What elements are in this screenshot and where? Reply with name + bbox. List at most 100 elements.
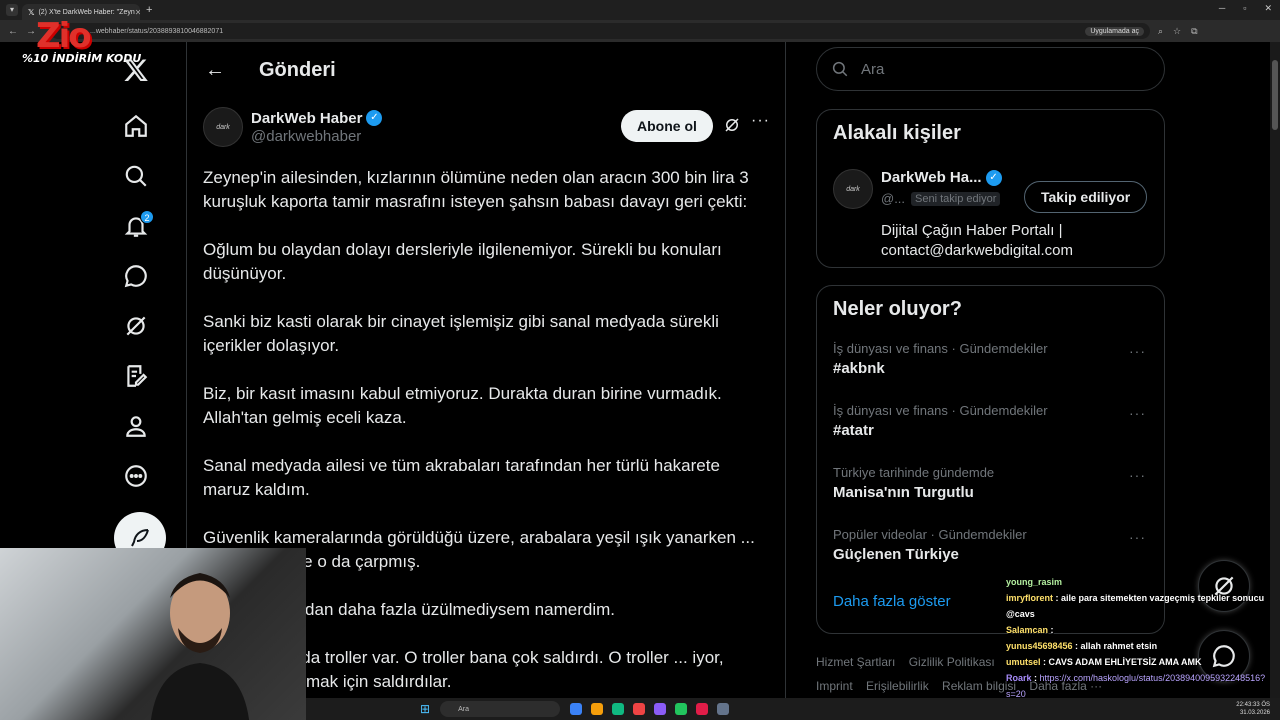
- chat-user: yunus45698456: [1006, 641, 1073, 651]
- taskbar-apps: [570, 703, 730, 715]
- feather-icon: [131, 529, 149, 547]
- back-nav-icon[interactable]: ←: [8, 26, 18, 37]
- x-logo-icon[interactable]: [116, 50, 156, 90]
- chat-user: Roark: [1006, 673, 1032, 683]
- app-icon[interactable]: [633, 703, 646, 715]
- related-person[interactable]: dark DarkWeb Ha... ✓ @... Seni takip edi…: [817, 157, 1164, 267]
- profile-icon[interactable]: [116, 406, 156, 446]
- following-button[interactable]: Takip ediliyor: [1024, 181, 1148, 213]
- footer-link[interactable]: Imprint: [816, 679, 853, 693]
- url-field[interactable]: ...webhaber/status/2038893810046882071 U…: [50, 23, 1150, 39]
- chat-user: umutsel: [1006, 657, 1041, 667]
- grok-icon[interactable]: [116, 306, 156, 346]
- stream-chat: young_rasim imryflorent : aile para site…: [1006, 574, 1280, 702]
- chat-user: young_rasim: [1006, 577, 1063, 587]
- author-avatar[interactable]: dark: [203, 107, 243, 147]
- author-info: DarkWeb Haber ✓ @darkwebhaber: [251, 109, 383, 145]
- related-bio: Dijital Çağın Haber Portalı | contact@da…: [881, 222, 1073, 259]
- forward-nav-icon[interactable]: →: [26, 26, 36, 37]
- search-input[interactable]: Ara: [816, 47, 1165, 91]
- app-icon[interactable]: [675, 703, 688, 715]
- extensions-icon[interactable]: ⧉: [1191, 26, 1197, 37]
- author-handle[interactable]: @darkwebhaber: [251, 128, 382, 145]
- trend-name: #akbnk: [833, 360, 885, 377]
- related-avatar[interactable]: dark: [833, 169, 873, 209]
- subscribe-button[interactable]: Abone ol: [621, 110, 713, 142]
- clock-date: 31.03.2026: [1239, 710, 1270, 716]
- windows-start-icon[interactable]: ⊞: [420, 702, 430, 716]
- chat-text: CAVS ADAM EHLİYETSİZ AMA AMK: [1048, 657, 1202, 667]
- bookmark-icon[interactable]: ☆: [1173, 26, 1181, 37]
- app-icon[interactable]: [696, 703, 709, 715]
- verified-badge-icon: ✓: [985, 169, 1002, 186]
- tweet-paragraph: Oğlum bu olaydan dolayı dersleriyle ilgi…: [203, 240, 722, 283]
- new-tab-icon[interactable]: +: [146, 4, 152, 16]
- stream-logo: Zio: [36, 16, 92, 56]
- more-options-icon[interactable]: [116, 456, 156, 496]
- trend-item[interactable]: İş dünyası ve finans · Gündemdekiler #ak…: [817, 333, 1164, 395]
- app-icon[interactable]: [612, 703, 625, 715]
- trend-more-icon[interactable]: ···: [1129, 529, 1146, 545]
- trend-item[interactable]: Popüler videolar · Gündemdekiler Güçlene…: [817, 519, 1164, 581]
- tweet-paragraph: Zeynep'in ailesinden, kızlarının ölümüne…: [203, 168, 749, 211]
- related-handle: @...: [881, 191, 906, 206]
- open-in-app-button[interactable]: Uygulamada aç: [1085, 26, 1144, 36]
- trend-meta: Türkiye tarihinde gündemde: [833, 465, 995, 480]
- trend-more-icon[interactable]: ···: [1129, 343, 1146, 359]
- minimize-icon[interactable]: ─: [1219, 3, 1225, 14]
- related-name-row[interactable]: DarkWeb Ha... ✓: [881, 169, 1002, 186]
- tweet-paragraph: Sanki biz kasti olarak bir cinayet işlem…: [203, 312, 719, 355]
- footer-link[interactable]: Erişilebilirlik: [866, 679, 929, 693]
- trend-item[interactable]: Türkiye tarihinde gündemde Manisa'nın Tu…: [817, 457, 1164, 519]
- browser-tabbar: ▾ 𝕏 (2) X'te DarkWeb Haber: "Zeyn ✕ + ─ …: [0, 0, 1280, 20]
- tweet-header: dark DarkWeb Haber ✓ @darkwebhaber Abone…: [187, 98, 785, 156]
- author-name-row[interactable]: DarkWeb Haber ✓: [251, 109, 383, 127]
- chat-message: young_rasim: [1006, 574, 1280, 590]
- related-people-card: Alakalı kişiler dark DarkWeb Ha... ✓ @..…: [816, 109, 1165, 268]
- app-icon[interactable]: [717, 703, 730, 715]
- back-arrow-icon[interactable]: ←: [205, 59, 245, 82]
- zoom-icon[interactable]: ⌕: [1158, 26, 1163, 37]
- webcam-overlay: [0, 548, 306, 720]
- taskbar-search[interactable]: Ara: [440, 701, 561, 717]
- x-favicon-icon: 𝕏: [28, 7, 35, 17]
- tweet-paragraph: Biz, bir kasıt imasını kabul etmiyoruz. …: [203, 384, 722, 427]
- lists-icon[interactable]: [116, 356, 156, 396]
- trend-more-icon[interactable]: ···: [1129, 467, 1146, 483]
- footer-link[interactable]: Reklam bilgisi: [942, 679, 1016, 693]
- chat-message: Salamcan :: [1006, 625, 1054, 635]
- trends-title: Neler oluyor?: [833, 298, 962, 320]
- chat-text: allah rahmet etsin: [1080, 641, 1158, 651]
- tab-close-icon[interactable]: ✕: [135, 8, 140, 17]
- explore-icon[interactable]: [116, 156, 156, 196]
- page-title: Gönderi: [259, 58, 336, 81]
- app-icon[interactable]: [654, 703, 667, 715]
- tab-menu-icon[interactable]: ▾: [6, 4, 18, 16]
- trend-item[interactable]: İş dünyası ve finans · Gündemdekiler #at…: [817, 395, 1164, 457]
- avatar-text: dark: [216, 123, 230, 131]
- notifications-icon[interactable]: 2: [116, 206, 156, 246]
- app-icon[interactable]: [591, 703, 604, 715]
- home-icon[interactable]: [116, 106, 156, 146]
- maximize-icon[interactable]: ▫: [1243, 3, 1246, 14]
- tweet-more-icon[interactable]: ···: [751, 112, 770, 130]
- author-name: DarkWeb Haber: [251, 109, 363, 127]
- trend-more-icon[interactable]: ···: [1129, 405, 1146, 421]
- messages-icon[interactable]: [116, 256, 156, 296]
- app-icon[interactable]: [570, 703, 583, 715]
- follows-you-badge: Seni takip ediyor: [911, 191, 1001, 206]
- page-scrollbar[interactable]: [1270, 42, 1280, 698]
- close-window-icon[interactable]: ✕: [1264, 3, 1272, 14]
- window-controls: ─ ▫ ✕: [1219, 3, 1272, 14]
- grok-explain-icon[interactable]: [723, 116, 741, 134]
- footer-link[interactable]: Gizlilik Politikası: [909, 655, 995, 669]
- address-bar: ← → ...webhaber/status/20388938100468820…: [0, 20, 1280, 42]
- scroll-thumb[interactable]: [1272, 60, 1278, 130]
- url-text: ...webhaber/status/2038893810046882071: [90, 27, 224, 35]
- related-name: DarkWeb Ha...: [881, 169, 982, 186]
- footer-link[interactable]: Hizmet Şartları: [816, 655, 895, 669]
- verified-badge-icon: ✓: [366, 110, 383, 126]
- trend-meta: İş dünyası ve finans · Gündemdekiler: [833, 341, 1048, 356]
- taskbar-clock[interactable]: 22:43:33 ÖS 31.03.2026: [1236, 701, 1270, 717]
- tweet-paragraph: Sanal medyada ailesi ve tüm akrabaları t…: [203, 456, 720, 499]
